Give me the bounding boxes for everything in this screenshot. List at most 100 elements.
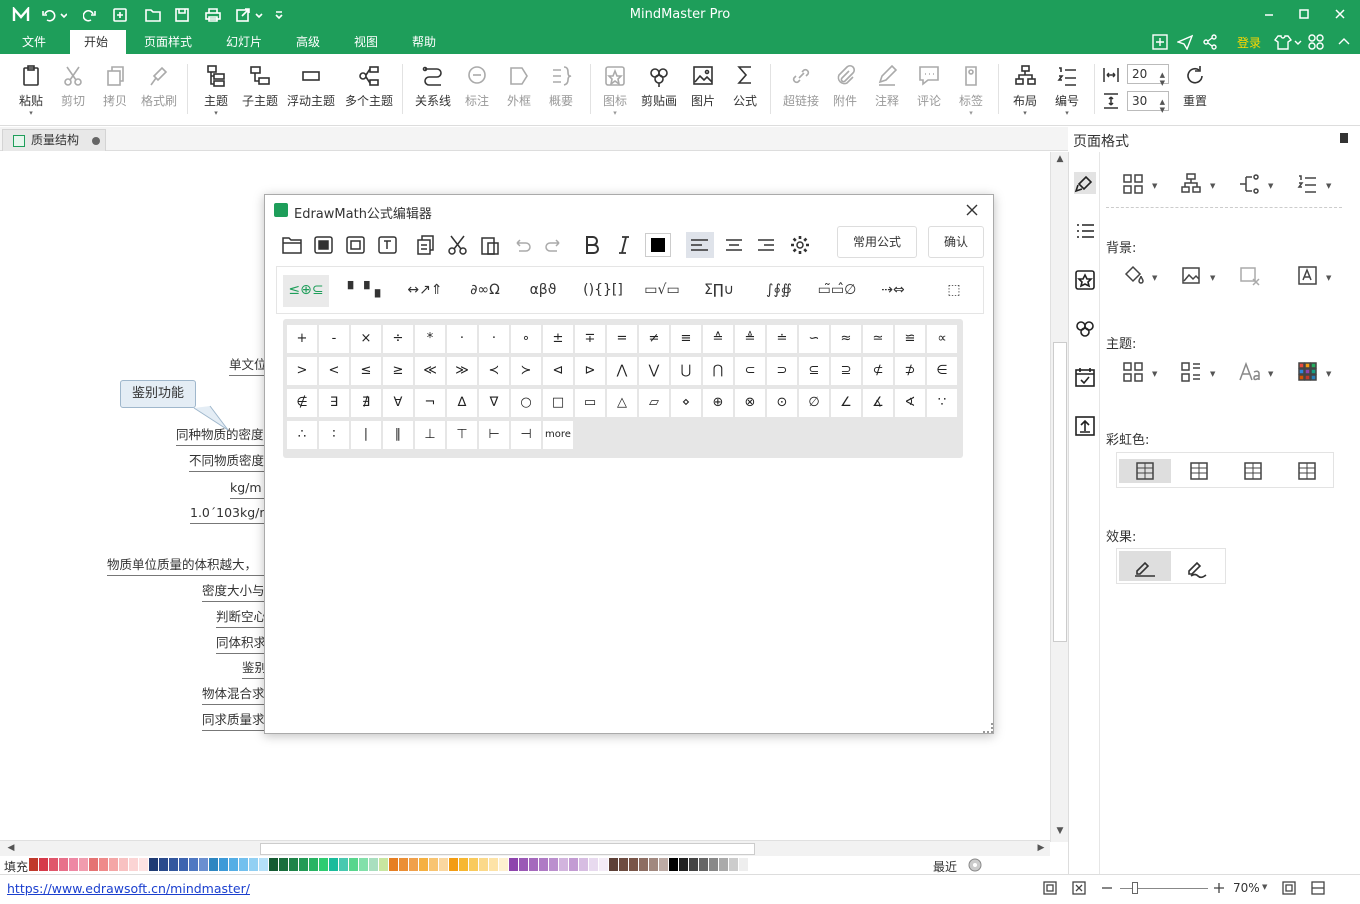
symbol-button[interactable]: ⊆ <box>799 357 829 385</box>
symbol-button[interactable]: ∥ <box>383 421 413 449</box>
callout-button[interactable]: 标注 <box>453 62 501 120</box>
rainbow-option-3[interactable] <box>1227 459 1279 483</box>
color-swatch[interactable] <box>489 858 498 871</box>
color-swatch[interactable] <box>449 858 458 871</box>
color-swatch[interactable] <box>429 858 438 871</box>
color-swatch[interactable] <box>149 858 158 871</box>
symbol-button[interactable]: ▱ <box>639 389 669 417</box>
symbol-button[interactable]: ⊤ <box>447 421 477 449</box>
align-right-icon[interactable] <box>754 233 778 257</box>
symbol-button[interactable]: ≻ <box>511 357 541 385</box>
minimize-button[interactable] <box>1256 4 1282 24</box>
rainbow-option-1[interactable] <box>1119 459 1171 483</box>
icon-button[interactable]: 图标 ▾ <box>591 62 639 120</box>
rainbow-option-4[interactable] <box>1281 459 1333 483</box>
tab-arrows[interactable]: ↔↗⇑ <box>401 275 449 307</box>
boundary-button[interactable]: 外框 <box>495 62 543 120</box>
rainbow-option-2[interactable] <box>1173 459 1225 483</box>
watermark-button[interactable]: ▼ <box>1296 264 1340 292</box>
color-swatch[interactable] <box>329 858 338 871</box>
symbol-button[interactable]: ⊇ <box>831 357 861 385</box>
tab-labeled-arrows[interactable]: ⇢⇔ <box>871 275 915 307</box>
horizontal-scrollbar[interactable]: ◀ ▶ <box>0 840 1050 856</box>
symbol-button[interactable]: ≥ <box>383 357 413 385</box>
symbol-button[interactable]: ≐ <box>767 325 797 353</box>
color-swatches[interactable] <box>29 858 759 871</box>
symbol-button[interactable]: ⊃ <box>767 357 797 385</box>
symbol-button[interactable]: ≠ <box>639 325 669 353</box>
horizontal-spacing-input[interactable]: 20 ▲ ▼ <box>1127 64 1169 87</box>
mindmap-node[interactable]: 物质单位质量的体积越大， <box>107 556 265 576</box>
symbol-button[interactable]: ⋄ <box>671 389 701 417</box>
scroll-right-icon[interactable]: ▶ <box>1034 843 1048 853</box>
align-left-icon[interactable] <box>686 232 714 258</box>
symbol-button[interactable]: ÷ <box>383 325 413 353</box>
symbol-button[interactable]: ∈ <box>927 357 957 385</box>
color-swatch[interactable] <box>569 858 578 871</box>
symbol-button[interactable]: ∅ <box>799 389 829 417</box>
color-swatch[interactable] <box>689 858 698 871</box>
document-tab[interactable]: 质量结构 <box>2 129 106 151</box>
symbol-button[interactable]: ∆ <box>447 389 477 417</box>
color-swatch[interactable] <box>139 858 148 871</box>
apps-icon[interactable] <box>1308 34 1324 50</box>
symbol-button[interactable]: ∣ <box>351 421 381 449</box>
color-swatch[interactable] <box>239 858 248 871</box>
symbol-button[interactable]: ≡ <box>671 325 701 353</box>
vertical-scroll-thumb[interactable] <box>1053 342 1067 642</box>
tab-integrals[interactable]: ∫∮∯ <box>755 275 803 307</box>
vertical-scrollbar[interactable]: ▲ ▼ <box>1050 152 1068 842</box>
color-swatch[interactable] <box>699 858 708 871</box>
color-swatch[interactable] <box>559 858 568 871</box>
color-swatch[interactable] <box>249 858 258 871</box>
subtopic-button[interactable]: 子主题 <box>236 62 284 120</box>
outline-tab-icon[interactable] <box>1074 220 1096 242</box>
confirm-button[interactable]: 确认 <box>928 226 984 258</box>
zoom-slider-handle[interactable] <box>1132 882 1138 894</box>
symbol-button[interactable]: ⋂ <box>703 357 733 385</box>
color-swatch[interactable] <box>59 858 68 871</box>
color-swatch[interactable] <box>749 858 758 871</box>
color-swatch[interactable] <box>389 858 398 871</box>
color-swatch[interactable] <box>279 858 288 871</box>
tab-greek[interactable]: αβϑ <box>519 275 567 307</box>
dialog-close-button[interactable] <box>965 203 979 217</box>
symbol-button[interactable]: ∠ <box>831 389 861 417</box>
color-swatch[interactable] <box>299 858 308 871</box>
fullscreen-icon[interactable] <box>1152 34 1168 50</box>
page-format-tab-icon[interactable] <box>1074 172 1096 194</box>
symbol-button[interactable]: △ <box>607 389 637 417</box>
symbol-button[interactable]: ▭ <box>575 389 605 417</box>
color-swatch[interactable] <box>529 858 538 871</box>
send-icon[interactable] <box>1176 34 1194 51</box>
symbol-button[interactable]: ∡ <box>863 389 893 417</box>
symbol-button[interactable]: * <box>415 325 445 353</box>
undo-icon[interactable] <box>40 6 68 24</box>
menu-tab-home[interactable]: 开始 <box>70 30 126 54</box>
hyperlink-button[interactable]: 超链接 <box>777 62 825 120</box>
multiple-topics-button[interactable]: 多个主题 <box>345 62 393 120</box>
color-swatch[interactable] <box>259 858 268 871</box>
symbol-button[interactable]: ≈ <box>831 325 861 353</box>
paste-formula-icon[interactable] <box>478 233 502 257</box>
symbol-button[interactable]: + <box>287 325 317 353</box>
symbol-button[interactable]: ⊲ <box>543 357 573 385</box>
color-swatch[interactable] <box>519 858 528 871</box>
color-swatch[interactable] <box>649 858 658 871</box>
color-swatch[interactable] <box>739 858 748 871</box>
customize-quickaccess-icon[interactable] <box>272 6 286 24</box>
align-center-icon[interactable] <box>722 233 746 257</box>
zoom-out-icon[interactable] <box>1100 881 1114 895</box>
tab-relations[interactable]: ≤⊕⊆ <box>283 275 329 307</box>
export-icon[interactable] <box>236 6 264 24</box>
color-swatch[interactable] <box>609 858 618 871</box>
menu-tab-file[interactable]: 文件 <box>8 30 60 54</box>
tab-matrices[interactable]: ⬚ <box>937 275 971 307</box>
symbol-button[interactable]: ⊄ <box>863 357 893 385</box>
color-swatch[interactable] <box>349 858 358 871</box>
export-tab-icon[interactable] <box>1074 415 1096 437</box>
menu-tab-advanced[interactable]: 高级 <box>282 30 334 54</box>
color-swatch[interactable] <box>539 858 548 871</box>
color-swatch[interactable] <box>419 858 428 871</box>
format-painter-button[interactable]: 格式刷 <box>135 62 183 120</box>
